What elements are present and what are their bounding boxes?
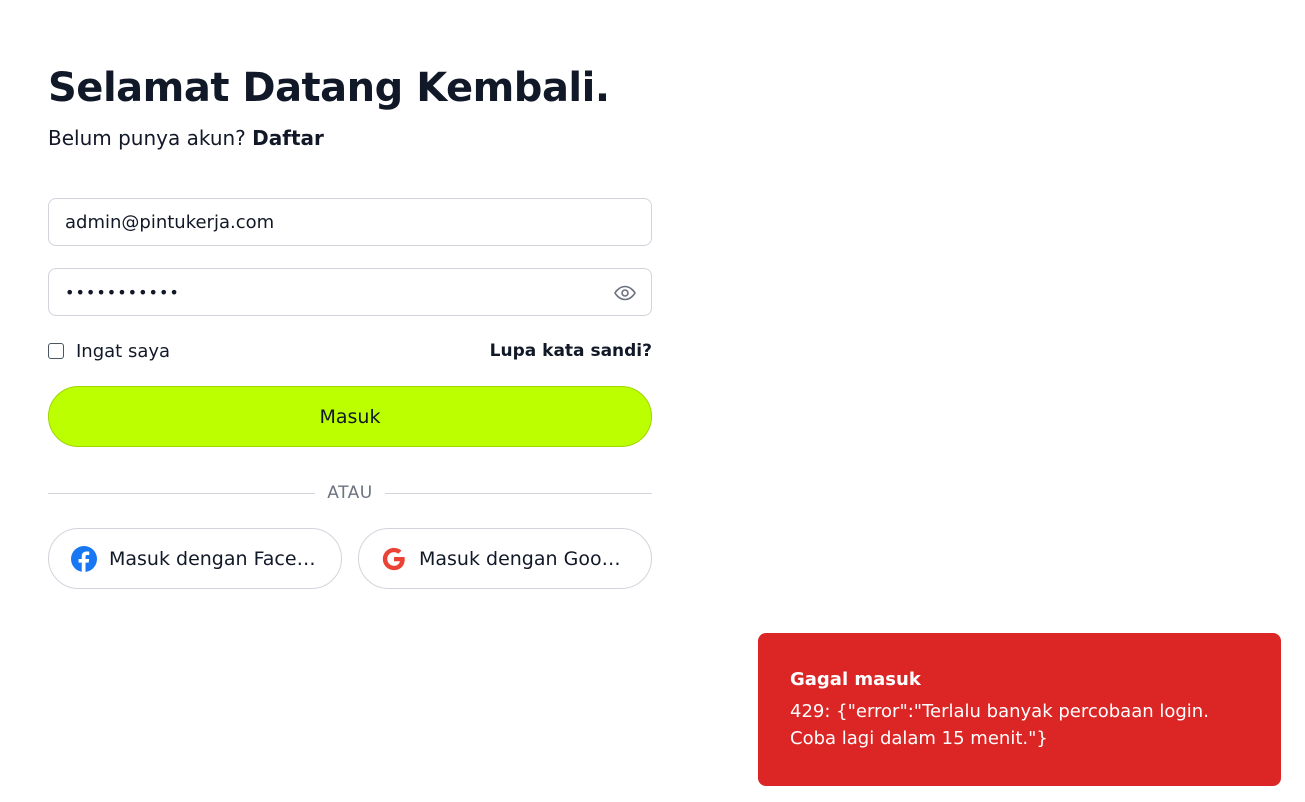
password-input[interactable]: ••••••••••• — [49, 283, 180, 302]
remember-me-label: Ingat saya — [76, 340, 171, 362]
google-icon — [382, 547, 405, 570]
checkbox-box[interactable] — [48, 343, 64, 359]
signup-link[interactable]: Daftar — [252, 126, 324, 150]
error-toast[interactable]: Gagal masuk 429: {"error":"Terlalu banya… — [758, 633, 1281, 786]
facebook-login-label: Masuk dengan Facebook — [109, 547, 319, 570]
signup-prompt: Belum punya akun? Daftar — [48, 124, 652, 152]
eye-icon[interactable] — [613, 281, 637, 305]
facebook-icon — [71, 545, 97, 572]
login-form-container: Selamat Datang Kembali. Belum punya akun… — [48, 62, 653, 589]
divider-line-left — [48, 492, 316, 494]
login-button[interactable]: Masuk — [48, 386, 652, 447]
divider-line-right — [384, 492, 653, 494]
social-login-group: Masuk dengan Facebook Masuk dengan Googl… — [48, 528, 652, 589]
forgot-password-link[interactable]: Lupa kata sandi? — [490, 341, 652, 361]
or-divider: ATAU — [48, 481, 653, 505]
email-field[interactable] — [48, 198, 652, 246]
remember-forgot-row: Ingat saya Lupa kata sandi? — [48, 340, 652, 362]
google-login-button[interactable]: Masuk dengan Google — [358, 528, 652, 589]
signup-prompt-text: Belum punya akun? — [48, 126, 246, 150]
page-title: Selamat Datang Kembali. — [48, 65, 610, 111]
toast-message: 429: {"error":"Terlalu banyak percobaan … — [790, 701, 1209, 749]
password-field[interactable]: ••••••••••• — [48, 268, 652, 316]
remember-me-checkbox[interactable]: Ingat saya — [48, 341, 170, 362]
facebook-login-button[interactable]: Masuk dengan Facebook — [48, 528, 342, 589]
divider-label: ATAU — [327, 483, 373, 503]
email-input[interactable] — [49, 211, 651, 233]
toast-title: Gagal masuk — [790, 669, 921, 690]
google-login-label: Masuk dengan Google — [419, 547, 629, 570]
